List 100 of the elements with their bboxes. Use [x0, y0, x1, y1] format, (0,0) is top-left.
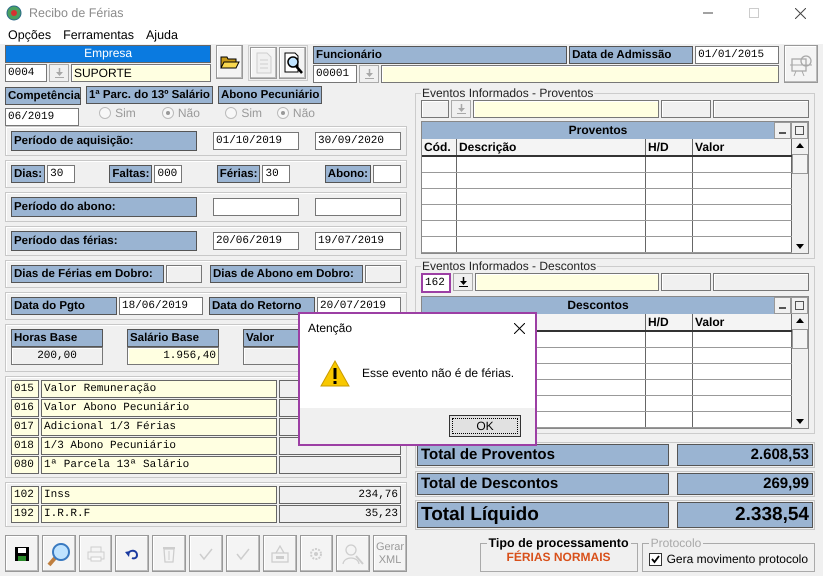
event-description: Adicional 1/3 Férias	[41, 418, 277, 436]
down-arrow-icon	[54, 68, 64, 78]
amount-field[interactable]: 1.956,40	[127, 347, 219, 365]
competence-field[interactable]: 06/2019	[5, 108, 79, 126]
event-description: Valor Remuneração	[41, 380, 277, 398]
field-label: Dias de Abono em Dobro:	[210, 265, 363, 283]
period-label: Período de aquisição:	[11, 131, 197, 151]
number-field[interactable]	[166, 265, 202, 283]
employee-code-field[interactable]: 00001	[313, 65, 358, 83]
admission-date-field[interactable]: 01/01/2015	[695, 46, 780, 64]
toolbar-button[interactable]	[216, 45, 244, 79]
date-field[interactable]: 19/07/2019	[315, 232, 401, 250]
menu-item[interactable]: Opções	[8, 28, 52, 42]
value-field[interactable]	[713, 273, 809, 291]
date-field[interactable]: 01/10/2019	[213, 132, 299, 150]
number-field[interactable]: 30	[47, 165, 76, 183]
minimize-button[interactable]	[774, 122, 791, 139]
toolbar-button[interactable]	[115, 535, 150, 572]
down-arrow-icon	[796, 419, 804, 424]
company-name-field[interactable]: SUPORTE	[71, 64, 212, 82]
total-value: 2.338,54	[677, 502, 813, 528]
maximize-button[interactable]	[791, 297, 808, 314]
check-icon	[650, 554, 660, 564]
date-field[interactable]: 18/06/2019	[119, 297, 203, 315]
table-title: Proventos	[422, 122, 774, 139]
date-field[interactable]: 30/09/2020	[315, 132, 401, 150]
number-field[interactable]: 30	[262, 165, 290, 183]
check-icon	[198, 546, 214, 560]
number-field[interactable]: 000	[154, 165, 182, 183]
date-field[interactable]	[315, 198, 401, 216]
search-icon	[46, 540, 72, 566]
total-label: Total Líquido	[417, 502, 669, 528]
maximize-icon	[795, 126, 804, 135]
event-description: 1/3 Abono Pecuniário	[41, 437, 277, 455]
total-value: 269,99	[677, 473, 813, 495]
table-title: Descontos	[422, 297, 774, 314]
scrollbar-thumb[interactable]	[792, 329, 808, 349]
field-label: Horas Base	[11, 329, 103, 347]
open-folder-icon	[220, 54, 240, 70]
field-label: Dias:	[11, 165, 46, 183]
field-label: Abono:	[324, 165, 371, 183]
event-code: 015	[11, 380, 39, 398]
menu-item[interactable]: Ajuda	[146, 28, 178, 42]
period-label: Período do abono:	[11, 197, 197, 217]
ok-button[interactable]: OK	[449, 415, 521, 437]
amount-field[interactable]: 200,00	[11, 347, 103, 365]
person-search-icon	[341, 542, 366, 566]
event-code: 018	[11, 437, 39, 455]
group-label: Eventos Informados - Descontos	[421, 259, 598, 273]
date-field[interactable]: 20/06/2019	[213, 232, 299, 250]
close-icon	[514, 322, 524, 334]
description-field[interactable]	[473, 100, 659, 118]
up-arrow-icon	[796, 318, 804, 323]
down-arrow-icon	[796, 244, 804, 249]
maximize-icon	[749, 8, 759, 18]
maximize-button[interactable]	[791, 122, 808, 139]
period-label: Período das férias:	[11, 231, 197, 251]
event-value: 35,23	[279, 505, 401, 523]
company-code-field[interactable]: 0004	[5, 64, 47, 82]
option-label: Abono Pecuniário	[218, 86, 322, 104]
description-field[interactable]	[475, 273, 659, 291]
event-code: 102	[11, 486, 39, 504]
field-label: Faltas:	[109, 165, 152, 183]
value-field[interactable]	[713, 100, 809, 118]
hours-field[interactable]	[661, 100, 711, 118]
number-field[interactable]	[365, 265, 401, 283]
group-label: Protocolo	[650, 536, 702, 550]
date-field[interactable]	[213, 198, 299, 216]
event-value: 234,76	[279, 486, 401, 504]
hours-field[interactable]	[661, 273, 711, 291]
window-title: Recibo de Férias	[29, 6, 124, 20]
processing-label: Tipo de processamento	[488, 536, 630, 550]
toolbar-button[interactable]	[279, 47, 306, 79]
employee-name-field[interactable]	[381, 65, 780, 83]
total-value: 2.608,53	[677, 444, 813, 466]
trash-bin-icon	[161, 544, 178, 562]
dropdown-button[interactable]	[453, 273, 473, 291]
column-header: Cód.	[422, 139, 457, 155]
event-description: I.R.R.F	[41, 505, 277, 523]
event-description: Inss	[41, 486, 277, 504]
code-field[interactable]	[421, 100, 449, 118]
check-icon	[234, 546, 251, 560]
number-field[interactable]	[373, 165, 401, 183]
down-arrow-icon	[456, 104, 466, 114]
checkbox-text: Gera movimento protocolo	[666, 552, 808, 566]
column-header: Descrição	[457, 139, 646, 155]
dialog-message: Esse evento não é de férias.	[362, 366, 514, 380]
field-label: Data do Pgto	[11, 297, 117, 315]
total-label: Total de Proventos	[417, 444, 669, 466]
toolbar-button[interactable]	[5, 535, 39, 572]
app-icon	[6, 5, 22, 21]
scrollbar-thumb[interactable]	[792, 154, 808, 174]
field-label: Férias:	[216, 165, 260, 183]
event-code: 192	[11, 505, 39, 523]
menu-item[interactable]: Ferramentas	[63, 28, 134, 42]
event-code: 016	[11, 399, 39, 417]
code-field[interactable]: 162	[421, 273, 451, 293]
maximize-icon	[795, 301, 804, 310]
export-icon	[270, 544, 290, 564]
minimize-button[interactable]	[774, 297, 791, 314]
